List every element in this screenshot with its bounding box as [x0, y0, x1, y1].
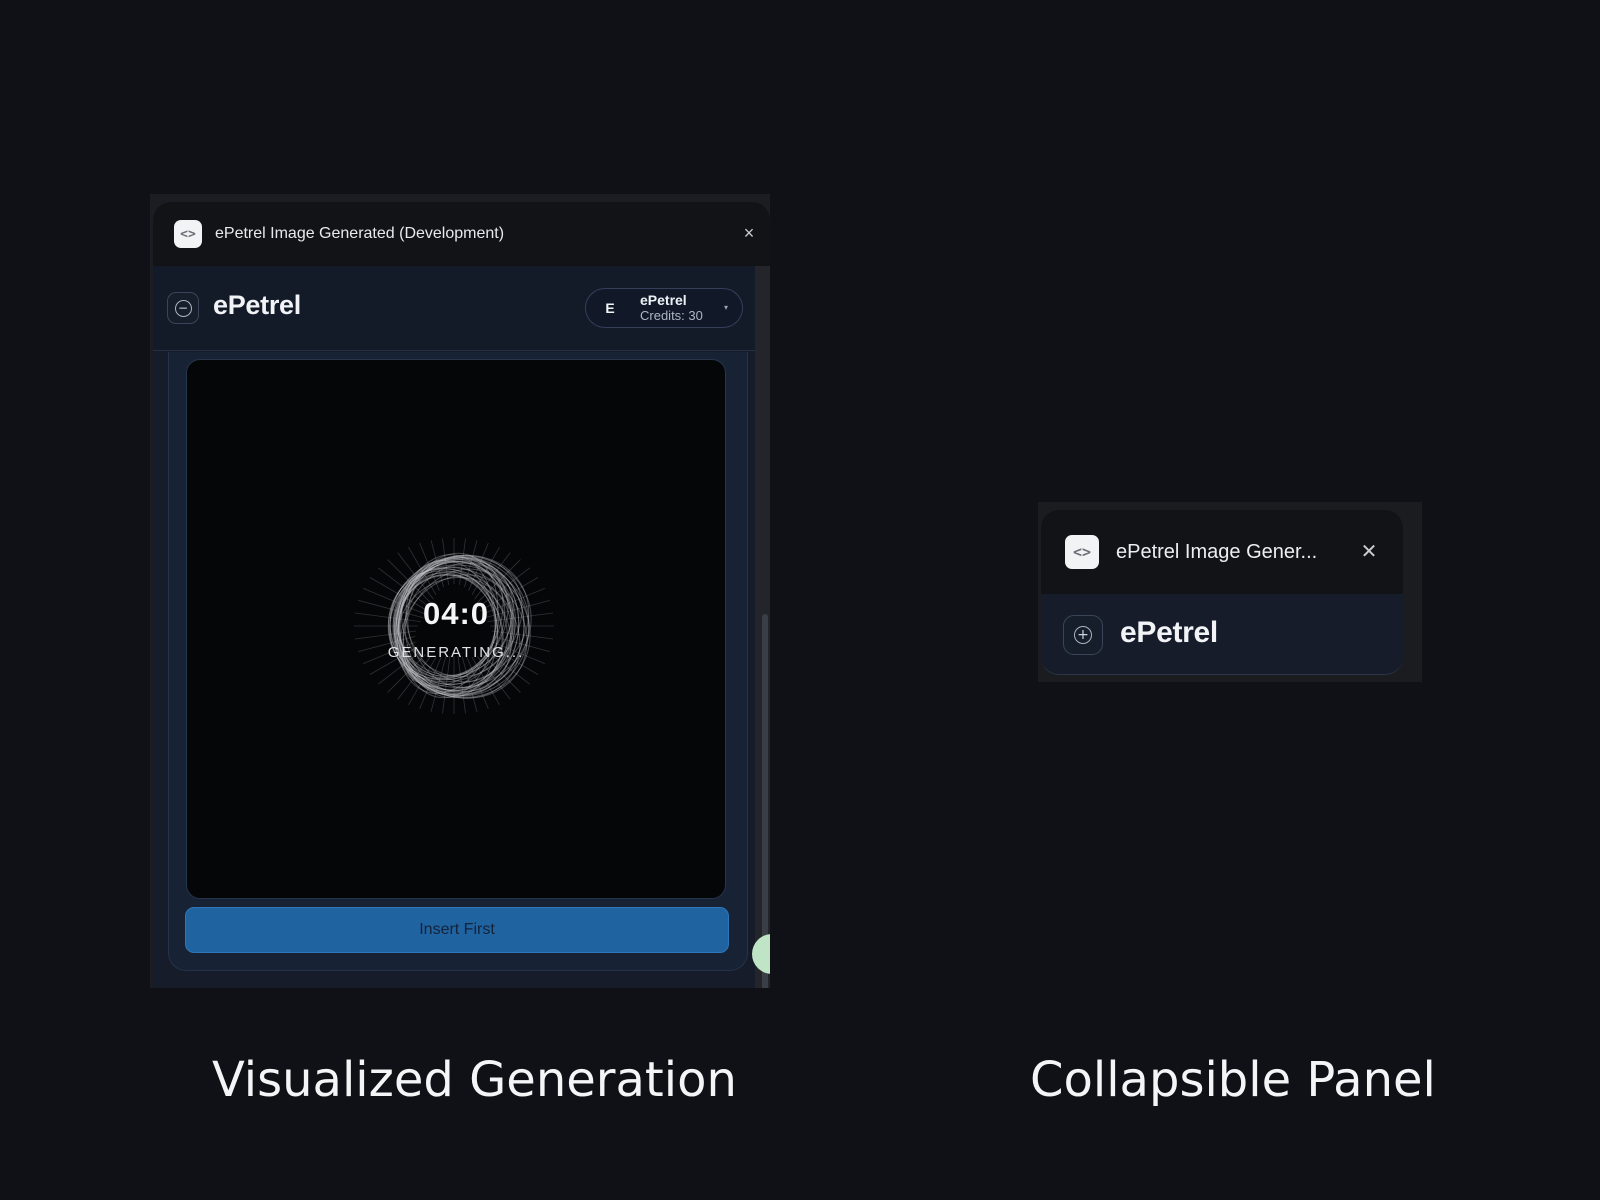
- scrollbar-thumb[interactable]: [762, 614, 768, 988]
- panel-header: − ePetrel E ePetrel Credits: 30 ▾: [153, 266, 758, 351]
- user-info: ePetrel Credits: 30: [640, 292, 703, 324]
- insert-first-button[interactable]: Insert First: [185, 907, 729, 953]
- window-title: ePetrel Image Gener...: [1116, 540, 1318, 563]
- window-title: ePetrel Image Generated (Development): [215, 225, 505, 242]
- chevron-down-icon: ▾: [723, 303, 728, 312]
- user-name: ePetrel: [640, 292, 687, 308]
- close-icon[interactable]: ✕: [1357, 540, 1381, 564]
- plus-icon: +: [1074, 626, 1092, 644]
- caption-visualized-generation: Visualized Generation: [212, 1052, 737, 1108]
- expanded-panel-window: <> ePetrel Image Generated (Development)…: [150, 194, 770, 988]
- collapsed-panel-window: <> ePetrel Image Gener... ✕ + ePetrel: [1038, 502, 1422, 682]
- credits-count: Credits: 30: [640, 308, 703, 323]
- collapse-button[interactable]: −: [167, 292, 199, 324]
- caption-collapsible-panel: Collapsible Panel: [1030, 1052, 1436, 1108]
- brand-title: ePetrel: [1120, 616, 1218, 649]
- expand-button[interactable]: +: [1063, 615, 1103, 655]
- generation-card: 04:0 GENERATING... Insert First: [168, 352, 748, 971]
- generation-status: GENERATING...: [387, 644, 525, 661]
- minus-icon: −: [174, 299, 192, 317]
- user-menu-button[interactable]: E ePetrel Credits: 30 ▾: [585, 288, 743, 328]
- avatar: E: [605, 300, 615, 316]
- window-titlebar: <> ePetrel Image Generated (Development)…: [153, 202, 770, 266]
- generation-preview: 04:0 GENERATING...: [186, 359, 726, 899]
- brand-title: ePetrel: [213, 290, 301, 320]
- close-icon[interactable]: ×: [738, 222, 760, 244]
- panel-header: + ePetrel: [1041, 594, 1403, 675]
- code-brackets-icon: <>: [174, 220, 202, 248]
- code-brackets-icon: <>: [1065, 535, 1099, 569]
- window-titlebar: <> ePetrel Image Gener... ✕: [1041, 510, 1403, 594]
- panel-body: − ePetrel E ePetrel Credits: 30 ▾ 04:0 G…: [153, 266, 758, 988]
- generation-timer: 04:0: [422, 596, 490, 631]
